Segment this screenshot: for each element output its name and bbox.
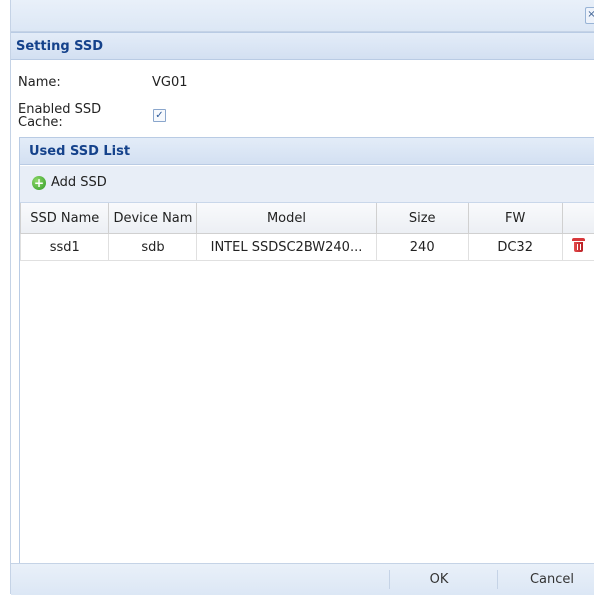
ssd-list-toolbar: + Add SSD xyxy=(20,166,594,203)
cache-label-line2: Cache: xyxy=(18,116,101,129)
column-header-model[interactable]: Model xyxy=(197,203,376,234)
dialog-titlebar: × xyxy=(11,0,594,32)
plus-circle-icon: + xyxy=(32,176,46,190)
cell-ssd-name: ssd1 xyxy=(21,234,109,261)
cancel-button[interactable]: Cancel xyxy=(523,564,581,595)
name-value: VG01 xyxy=(152,75,188,90)
close-icon[interactable]: × xyxy=(585,7,594,24)
cell-model: INTEL SSDSC2BW240... xyxy=(197,234,376,261)
column-header-ssd-name[interactable]: SSD Name xyxy=(21,203,109,234)
column-header-size[interactable]: Size xyxy=(376,203,468,234)
cell-fw: DC32 xyxy=(468,234,562,261)
cell-action xyxy=(562,234,594,261)
column-header-device-name[interactable]: Device Nam xyxy=(109,203,197,234)
dialog-footer: OK Cancel xyxy=(11,563,594,595)
add-ssd-label: Add SSD xyxy=(51,175,107,190)
trash-icon[interactable] xyxy=(572,238,585,252)
footer-divider xyxy=(497,570,498,589)
add-ssd-button[interactable]: + Add SSD xyxy=(32,175,107,190)
table-row[interactable]: ssd1 sdb INTEL SSDSC2BW240... 240 DC32 xyxy=(21,234,594,261)
name-label: Name: xyxy=(18,75,61,90)
ok-button[interactable]: OK xyxy=(415,564,463,595)
cell-device-name: sdb xyxy=(109,234,197,261)
footer-divider xyxy=(389,570,390,589)
enabled-ssd-cache-label: Enabled SSD Cache: xyxy=(18,103,101,129)
used-ssd-list-panel: Used SSD List + Add SSD SSD Name Device … xyxy=(19,137,594,569)
setting-ssd-header: Setting SSD xyxy=(11,32,594,60)
cell-size: 240 xyxy=(376,234,468,261)
used-ssd-list-header: Used SSD List xyxy=(20,137,594,165)
column-header-action xyxy=(562,203,594,234)
setting-ssd-dialog: × Setting SSD Name: VG01 Enabled SSD Cac… xyxy=(10,0,594,594)
enabled-ssd-cache-checkbox[interactable]: ✓ xyxy=(153,109,166,122)
column-header-fw[interactable]: FW xyxy=(468,203,562,234)
ssd-table: SSD Name Device Nam Model Size FW ssd1 s… xyxy=(20,203,594,261)
table-header-row: SSD Name Device Nam Model Size FW xyxy=(21,203,594,234)
